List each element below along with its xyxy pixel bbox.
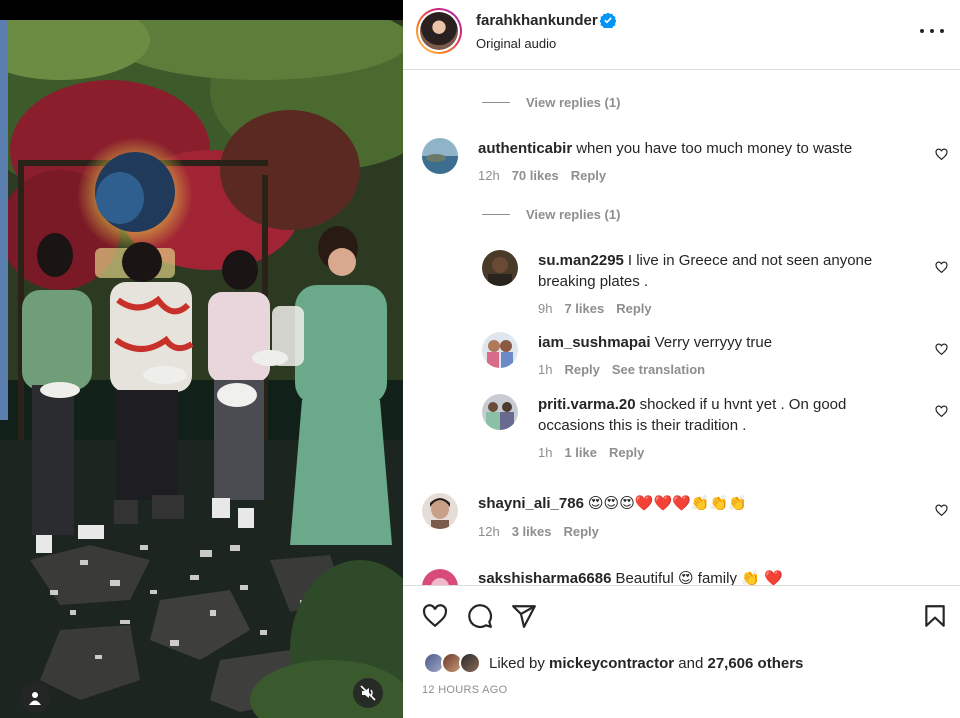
audio-label[interactable]: Original audio	[476, 36, 556, 51]
comment-username[interactable]: shayni_ali_786	[478, 495, 584, 512]
post-header: farahkhankunder Original audio	[403, 0, 960, 70]
author-avatar[interactable]	[416, 8, 462, 54]
bookmark-icon[interactable]	[922, 603, 948, 629]
reply-text: priti.varma.20 shocked if u hvnt yet . On…	[538, 394, 908, 436]
reply-button[interactable]: Reply	[564, 362, 599, 377]
liked-by-summary: Liked by mickeycontractor and 27,606 oth…	[423, 651, 803, 675]
avatar-image	[422, 569, 458, 585]
reply-button[interactable]: Reply	[563, 524, 598, 539]
liked-by-text: Liked by mickeycontractor and 27,606 oth…	[489, 655, 803, 672]
reply-likes[interactable]: 7 likes	[564, 301, 604, 316]
comment-like-heart-icon[interactable]	[935, 504, 948, 517]
view-replies-button[interactable]: View replies (1)	[482, 95, 620, 110]
tagged-users-button[interactable]	[20, 683, 50, 713]
replies-divider	[482, 214, 510, 215]
comment-text: sakshisharma6686 Beautiful 😍 family 👏 ❤️	[478, 568, 918, 585]
comment-time: 12h	[478, 168, 500, 183]
view-replies-button[interactable]: View replies (1)	[482, 207, 620, 222]
reply-avatar[interactable]	[482, 250, 518, 286]
comment-meta: 12h 3 likes Reply	[478, 524, 611, 539]
reply-meta: 1h 1 like Reply	[538, 445, 656, 460]
reply-time: 1h	[538, 362, 553, 377]
reply-time: 1h	[538, 445, 553, 460]
comment-avatar[interactable]	[422, 569, 458, 585]
avatar-image	[422, 493, 458, 529]
comment-like-heart-icon[interactable]	[935, 343, 948, 356]
comment-content: Beautiful 😍 family 👏 ❤️	[615, 570, 783, 585]
avatar-image	[422, 138, 458, 174]
comment-likes[interactable]: 3 likes	[512, 524, 552, 539]
reply-button[interactable]: Reply	[616, 301, 651, 316]
replies-divider	[482, 102, 510, 103]
reply-username[interactable]: iam_sushmapai	[538, 334, 651, 351]
view-replies-label: View replies (1)	[526, 95, 621, 110]
avatar-image	[420, 12, 458, 50]
comment-icon[interactable]	[467, 603, 493, 629]
liker-avatar	[459, 652, 481, 674]
reply-likes[interactable]: 1 like	[564, 445, 597, 460]
comment-content: when you have too much money to waste	[576, 140, 853, 157]
reply-avatar[interactable]	[482, 394, 518, 430]
reply-button[interactable]: Reply	[571, 168, 606, 183]
liker-avatars	[423, 651, 485, 675]
see-translation-button[interactable]: See translation	[612, 362, 705, 377]
verified-badge-icon	[600, 12, 616, 28]
view-replies-label: View replies (1)	[526, 207, 621, 222]
comment-text: authenticabir when you have too much mone…	[478, 138, 918, 159]
comment-username[interactable]: authenticabir	[478, 140, 572, 157]
post-video[interactable]	[0, 0, 403, 718]
share-icon[interactable]	[511, 603, 537, 629]
post-timestamp[interactable]: 12 HOURS AGO	[422, 684, 508, 696]
comments-list[interactable]: View replies (1) authenticabir when you h…	[403, 71, 960, 585]
reply-username[interactable]: su.man2295	[538, 252, 624, 269]
liked-by-and: and	[678, 654, 704, 672]
comment-like-heart-icon[interactable]	[935, 261, 948, 274]
mute-button[interactable]	[353, 678, 383, 708]
heart-icon[interactable]	[422, 603, 448, 629]
avatar-image	[482, 332, 518, 368]
reply-avatar[interactable]	[482, 332, 518, 368]
reply-text: iam_sushmapai Verry verryyy true	[538, 332, 908, 353]
avatar-image	[482, 250, 518, 286]
author-username[interactable]: farahkhankunder	[476, 12, 598, 29]
liked-by-prefix: Liked by	[489, 654, 545, 672]
comment-text: shayni_ali_786 😍😍😍❤️❤️❤️👏👏👏	[478, 493, 918, 514]
reply-content: Verry verryyy true	[654, 334, 773, 351]
reply-meta: 9h 7 likes Reply	[538, 301, 664, 316]
reply-username[interactable]: priti.varma.20	[538, 396, 636, 413]
comment-like-heart-icon[interactable]	[935, 148, 948, 161]
reply-button[interactable]: Reply	[609, 445, 644, 460]
more-options-icon[interactable]	[920, 24, 944, 38]
post-panel: farahkhankunder Original audio View repl…	[403, 0, 960, 718]
comment-content: 😍😍😍❤️❤️❤️👏👏👏	[587, 495, 747, 512]
comment-username[interactable]: sakshisharma6686	[478, 570, 611, 585]
comment-like-heart-icon[interactable]	[935, 405, 948, 418]
reply-meta: 1h Reply See translation	[538, 362, 717, 377]
comment-avatar[interactable]	[422, 138, 458, 174]
speaker-muted-icon	[360, 685, 376, 701]
reply-text: su.man2295 I live in Greece and not seen …	[538, 250, 908, 292]
liked-by-user[interactable]: mickeycontractor	[549, 655, 674, 672]
comment-avatar[interactable]	[422, 493, 458, 529]
user-icon	[29, 692, 41, 705]
post-actions: Liked by mickeycontractor and 27,606 oth…	[403, 585, 960, 718]
comment-likes[interactable]: 70 likes	[512, 168, 559, 183]
video-frame	[0, 0, 403, 718]
comment-meta: 12h 70 likes Reply	[478, 168, 618, 183]
comment-time: 12h	[478, 524, 500, 539]
liked-by-count[interactable]: 27,606 others	[707, 655, 803, 672]
avatar-image	[482, 394, 518, 430]
reply-time: 9h	[538, 301, 553, 316]
video-top-bar	[0, 0, 403, 20]
